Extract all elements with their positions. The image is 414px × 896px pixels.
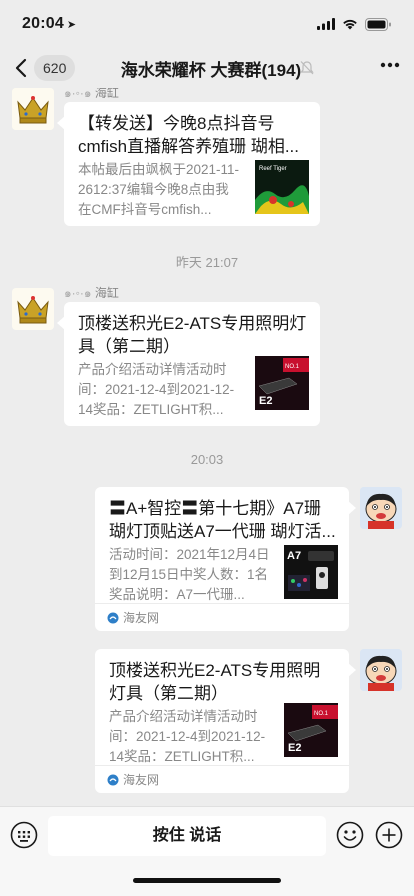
svg-text:A7: A7 <box>287 550 301 562</box>
mute-bell-icon <box>300 61 314 75</box>
sender-name: ๑·◦·๑ 海缸 <box>64 88 119 103</box>
svg-text:NO.1: NO.1 <box>285 364 300 370</box>
source-logo-icon <box>107 774 119 785</box>
status-time-text: 20:04 <box>22 15 64 32</box>
source-label: 海友网 <box>123 611 160 625</box>
source-logo-icon <box>107 612 119 623</box>
svg-text:E2: E2 <box>259 395 272 407</box>
link-card-title: 顶楼送积光E2-ATS专用照明灯具（第二期） <box>78 314 307 356</box>
status-bar: 20:04 ➤ <box>0 0 414 48</box>
svg-text:E2: E2 <box>288 742 301 754</box>
emoji-icon[interactable] <box>336 821 364 849</box>
more-icon[interactable] <box>380 62 400 68</box>
sender-avatar[interactable] <box>12 88 54 130</box>
svg-text:NO.1: NO.1 <box>314 711 329 717</box>
sender-name-text: 海缸 <box>94 88 119 100</box>
link-card-description: 本帖最后由飒枫于2021-11-2612:37编辑今晚8点由我在CMF抖音号cm… <box>78 162 240 217</box>
link-card[interactable]: 【转发送】今晚8点抖音号cmfish直播解答养殖珊 瑚相... 本帖最后由飒枫于… <box>57 102 320 226</box>
cartoon-avatar-icon <box>360 649 402 691</box>
link-card-source: 海友网 <box>95 603 349 631</box>
home-indicator[interactable] <box>133 878 281 883</box>
link-card-description: 活动时间：2021年12月4日到12月15日中奖人数：1名奖品说明：A7一代珊.… <box>109 547 270 602</box>
location-arrow-icon: ➤ <box>66 19 77 31</box>
svg-text:Reef Tiger: Reef Tiger <box>259 166 287 172</box>
reef-thumbnail-image: Reef Tiger <box>255 160 309 214</box>
sender-decoration: ๑·◦·๑ <box>64 286 95 300</box>
chat-title: 海水荣耀杯 大赛群(194) <box>120 61 302 80</box>
sender-decoration: ๑·◦·๑ <box>64 88 95 100</box>
link-card-thumbnail: NO.1 E2 <box>255 356 309 410</box>
message-timestamp: 昨天 21:07 <box>175 255 239 270</box>
light-thumbnail-image: NO.1 E2 <box>255 356 309 410</box>
link-card-thumbnail: A7 <box>284 545 338 599</box>
light-thumbnail-image: NO.1 E2 <box>284 703 338 757</box>
signal-icon <box>317 18 335 30</box>
link-card-title: 〓A+智控〓第十七期》A7珊瑚灯顶贴送A7一代珊 瑚灯活... <box>109 499 336 541</box>
link-card-thumbnail: NO.1 E2 <box>284 703 338 757</box>
link-card[interactable]: 顶楼送积光E2-ATS专用照明灯具（第二期） 产品介绍活动详情活动时间：2021… <box>57 302 320 426</box>
cartoon-avatar-icon <box>360 487 402 529</box>
link-card-title: 顶楼送积光E2-ATS专用照明灯具（第二期） <box>109 661 321 703</box>
link-card[interactable]: 〓A+智控〓第十七期》A7珊瑚灯顶贴送A7一代珊 瑚灯活... 活动时间：202… <box>95 487 356 631</box>
battery-icon <box>365 17 391 31</box>
my-avatar[interactable] <box>360 649 402 691</box>
hold-to-talk-button[interactable]: 按住 说话 <box>48 816 326 856</box>
a7-thumbnail-image: A7 <box>284 545 338 599</box>
wifi-icon <box>343 19 357 30</box>
source-label: 海友网 <box>123 773 160 787</box>
crown-avatar-icon <box>12 88 54 130</box>
nav-bar: 620 海水荣耀杯 大赛群(194) <box>0 48 414 88</box>
chat-message-list[interactable]: ๑·◦·๑ 海缸 【转发送】今晚8点抖音号cmfish直播解答养殖珊 瑚相...… <box>0 88 414 806</box>
link-card[interactable]: 顶楼送积光E2-ATS专用照明灯具（第二期） 产品介绍活动详情活动时间：2021… <box>95 649 356 793</box>
keyboard-icon[interactable] <box>10 821 38 849</box>
message-timestamp: 20:03 <box>190 452 224 467</box>
sender-name: ๑·◦·๑ 海缸 <box>64 284 119 303</box>
back-arrow-icon[interactable] <box>10 56 34 80</box>
unread-count-badge[interactable]: 620 <box>34 55 76 81</box>
crown-avatar-icon <box>12 288 54 330</box>
plus-icon[interactable] <box>375 821 403 849</box>
link-card-thumbnail: Reef Tiger <box>255 160 309 214</box>
link-card-description: 产品介绍活动详情活动时间：2021-12-4到2021-12-14奖品：ZETL… <box>78 362 235 417</box>
sender-avatar[interactable] <box>12 288 54 330</box>
sender-name-text: 海缸 <box>94 286 119 300</box>
my-avatar[interactable] <box>360 487 402 529</box>
link-card-source: 海友网 <box>95 765 349 793</box>
link-card-description: 产品介绍活动详情活动时间：2021-12-4到2021-12-14奖品：ZETL… <box>109 709 266 764</box>
link-card-title: 【转发送】今晚8点抖音号cmfish直播解答养殖珊 瑚相... <box>78 114 300 156</box>
status-time: 20:04 ➤ <box>22 15 76 33</box>
status-icons <box>317 17 392 31</box>
